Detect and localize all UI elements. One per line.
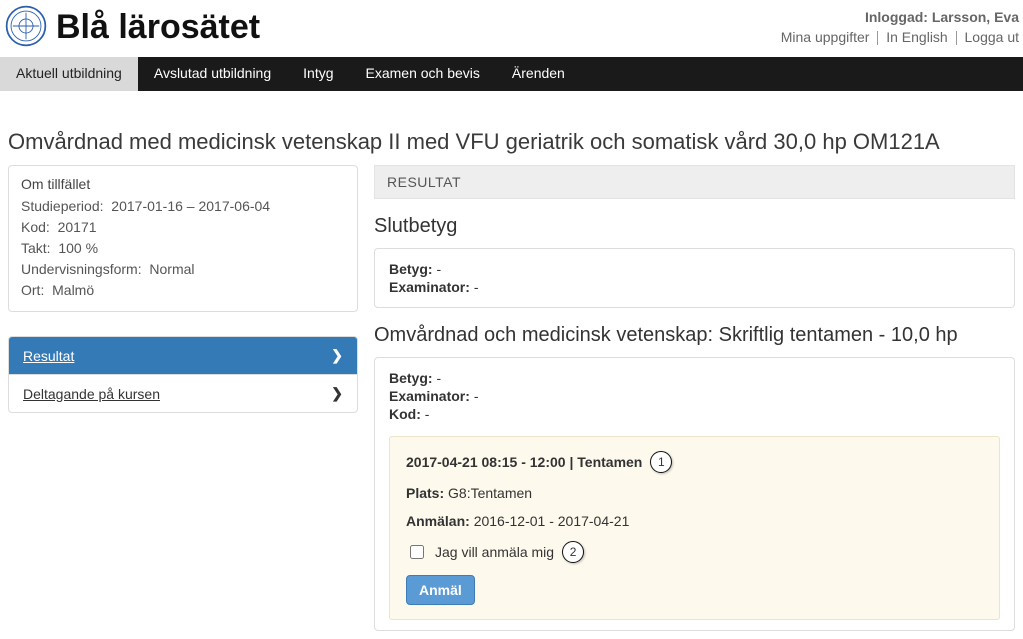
about-card: Om tillfället Studieperiod: 2017-01-16 –… (8, 165, 358, 312)
site-name: Blå lärosätet (56, 8, 260, 47)
chevron-right-icon: ❯ (331, 347, 343, 364)
logged-in-line: Inloggad: Larsson, Eva (781, 8, 1019, 28)
header-links: Mina uppgifter In English Logga ut (781, 28, 1019, 48)
logo (4, 4, 48, 51)
exam-signup-line: Jag vill anmäla mig 2 (406, 541, 983, 563)
exam-box: 2017-04-21 08:15 - 12:00 | Tentamen 1 Pl… (389, 436, 1000, 620)
my-info-link[interactable]: Mina uppgifter (781, 29, 870, 45)
callout-marker-2: 2 (562, 541, 584, 563)
logged-in-label: Inloggad: (865, 9, 928, 25)
module-code-row: Kod: - (389, 406, 1000, 422)
signup-text: Jag vill anmäla mig (435, 544, 554, 560)
left-column: Om tillfället Studieperiod: 2017-01-16 –… (8, 165, 358, 413)
module-card: Betyg: - Examinator: - Kod: - 2017-04-21… (374, 357, 1015, 631)
final-grade-heading: Slutbetyg (374, 215, 1015, 238)
sidenav-results[interactable]: Resultat ❯ (9, 337, 357, 374)
about-study-period: Studieperiod: 2017-01-16 – 2017-06-04 (21, 196, 345, 217)
exam-registration-line: Anmälan: 2016-12-01 - 2017-04-21 (406, 513, 983, 529)
nav-completed-education[interactable]: Avslutad utbildning (138, 57, 287, 91)
logout-link[interactable]: Logga ut (965, 29, 1020, 45)
about-pace: Takt: 100 % (21, 238, 345, 259)
chevron-right-icon: ❯ (331, 385, 343, 402)
about-code: Kod: 20171 (21, 217, 345, 238)
page: Omvårdnad med medicinsk vetenskap II med… (0, 91, 1023, 639)
sidenav: Resultat ❯ Deltagande på kursen ❯ (8, 336, 358, 413)
sidenav-participation[interactable]: Deltagande på kursen ❯ (9, 374, 357, 412)
signup-checkbox[interactable] (410, 545, 424, 559)
user-name: Larsson, Eva (932, 9, 1019, 25)
columns: Om tillfället Studieperiod: 2017-01-16 –… (8, 165, 1015, 631)
nav-current-education[interactable]: Aktuell utbildning (0, 57, 138, 91)
sidenav-item-label: Deltagande på kursen (23, 386, 160, 402)
about-form: Undervisningsform: Normal (21, 259, 345, 280)
about-location: Ort: Malmö (21, 280, 345, 301)
english-link[interactable]: In English (886, 29, 947, 45)
final-grade-row: Betyg: - (389, 261, 1000, 277)
final-grade-card: Betyg: - Examinator: - (374, 248, 1015, 308)
results-header: RESULTAT (374, 165, 1015, 199)
module-examiner-row: Examinator: - (389, 388, 1000, 404)
exam-submit-line: Anmäl (406, 575, 983, 605)
module-grade-row: Betyg: - (389, 370, 1000, 386)
page-title: Omvårdnad med medicinsk vetenskap II med… (8, 129, 1015, 155)
exam-place-line: Plats: G8:Tentamen (406, 485, 983, 501)
nav-cases[interactable]: Ärenden (496, 57, 581, 91)
exam-datetime-line: 2017-04-21 08:15 - 12:00 | Tentamen 1 (406, 451, 983, 473)
about-title: Om tillfället (21, 176, 345, 192)
sidenav-item-label: Resultat (23, 348, 74, 364)
header-left: Blå lärosätet (4, 4, 260, 51)
callout-marker-1: 1 (650, 451, 672, 473)
right-column: RESULTAT Slutbetyg Betyg: - Examinator: … (374, 165, 1015, 631)
header: Blå lärosätet Inloggad: Larsson, Eva Min… (0, 0, 1023, 57)
nav-certificates[interactable]: Intyg (287, 57, 349, 91)
navbar: Aktuell utbildning Avslutad utbildning I… (0, 57, 1023, 91)
signup-button[interactable]: Anmäl (406, 575, 475, 605)
nav-degree[interactable]: Examen och bevis (350, 57, 496, 91)
header-right: Inloggad: Larsson, Eva Mina uppgifter In… (781, 8, 1019, 47)
module-heading: Omvårdnad och medicinsk vetenskap: Skrif… (374, 324, 1015, 347)
final-examiner-row: Examinator: - (389, 279, 1000, 295)
